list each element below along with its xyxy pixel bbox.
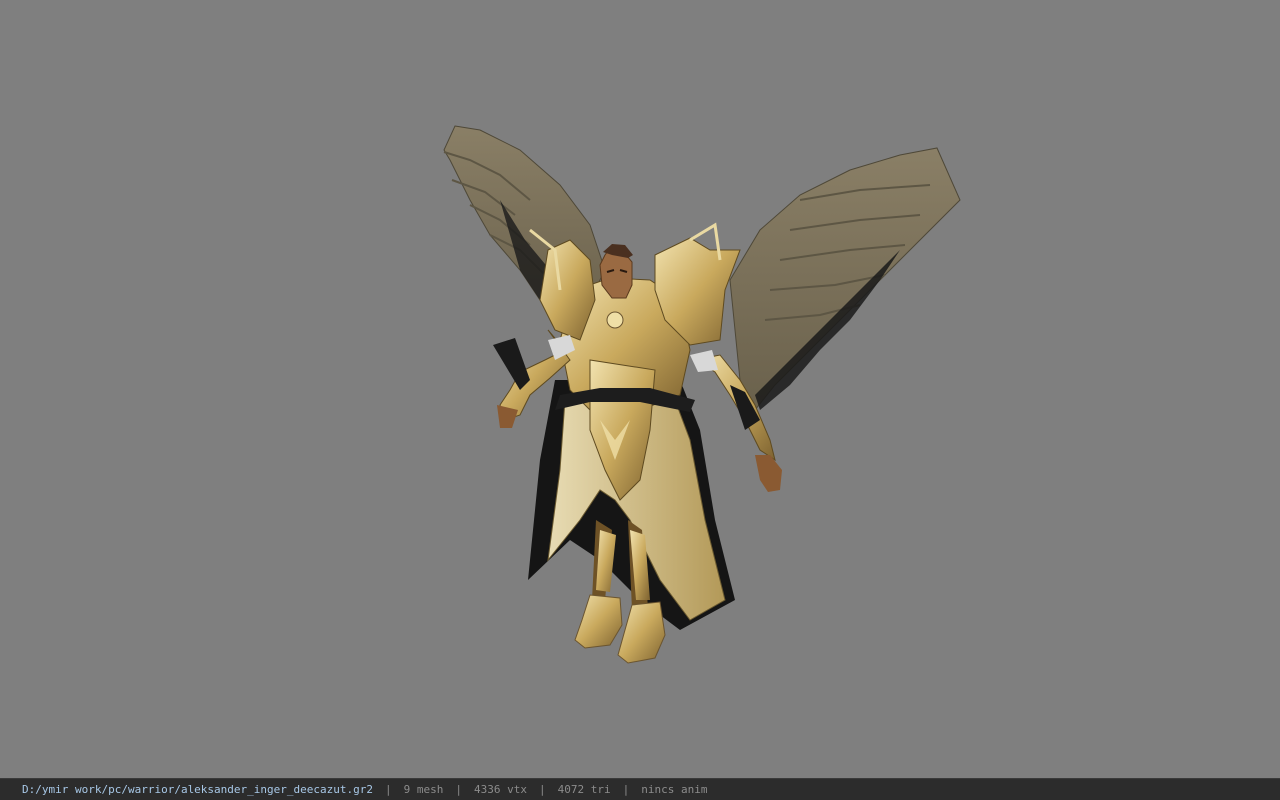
status-bar: D:/ymir work/pc/warrior/aleksander_inger… <box>0 778 1280 800</box>
character-model[interactable] <box>0 0 1280 778</box>
3d-viewport[interactable] <box>0 0 1280 778</box>
vertex-count: 4336 vtx <box>474 783 527 796</box>
separator: | <box>385 783 392 796</box>
right-wing <box>729 147 961 411</box>
animation-status: nincs anim <box>641 783 708 796</box>
boots <box>574 594 666 664</box>
separator: | <box>622 783 630 796</box>
separator: | <box>455 783 462 796</box>
triangle-count: 4072 tri <box>557 783 611 796</box>
separator: | <box>538 783 546 796</box>
mesh-count: 9 mesh <box>403 783 444 796</box>
file-path: D:/ymir work/pc/warrior/aleksander_inger… <box>22 783 373 796</box>
